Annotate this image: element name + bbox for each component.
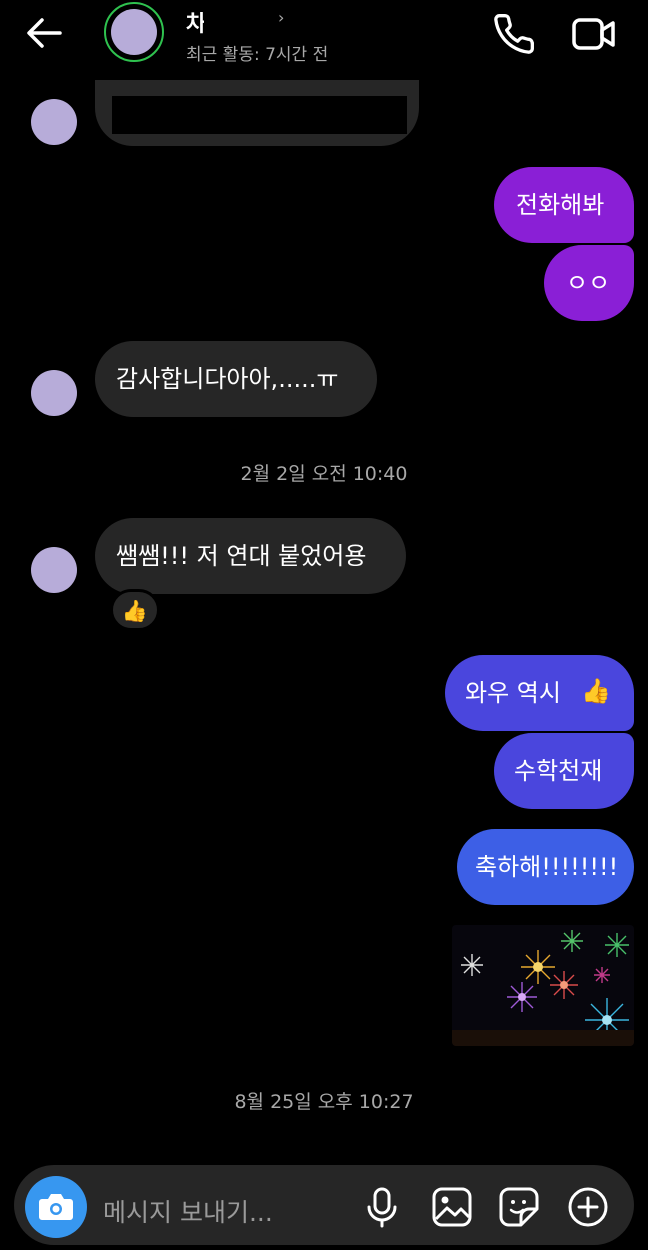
name-redaction (204, 8, 256, 32)
more-options-button[interactable] (566, 1185, 610, 1229)
video-call-button[interactable] (570, 12, 618, 56)
back-arrow-icon (27, 18, 62, 48)
microphone-icon (367, 1187, 397, 1228)
message-text: 감사합니다아아,.....ㅠ (116, 365, 339, 393)
incoming-message-bubble[interactable]: 쌤쌤!!! 저 연대 붙었어용 (95, 518, 406, 594)
microphone-button[interactable] (362, 1185, 402, 1229)
chat-header: 차 › 최근 활동: 7시간 전 (0, 0, 648, 80)
message-redaction (112, 96, 407, 134)
outgoing-message-bubble[interactable]: 축하해!!!!!!!! (457, 829, 634, 905)
message-text: ㅇㅇ (566, 269, 611, 297)
reaction-badge[interactable]: 👍 (110, 589, 160, 631)
gallery-button[interactable] (430, 1185, 474, 1229)
timestamp-divider: 8월 25일 오후 10:27 (234, 1091, 414, 1113)
fireworks-graphic (452, 925, 634, 1046)
voice-call-button[interactable] (492, 12, 536, 56)
camera-button[interactable] (25, 1176, 87, 1238)
message-text: 축하해!!!!!!!! (475, 853, 619, 881)
contact-avatar[interactable] (111, 9, 157, 55)
sticker-icon (499, 1187, 539, 1227)
gallery-icon (432, 1187, 472, 1227)
chevron-right-icon[interactable]: › (278, 8, 284, 27)
video-icon (572, 18, 615, 50)
back-button[interactable] (20, 10, 70, 56)
plus-circle-icon (568, 1187, 608, 1227)
sender-avatar[interactable] (31, 99, 77, 145)
thumbs-up-emoji: 👍 (121, 599, 149, 623)
sender-avatar[interactable] (31, 370, 77, 416)
thumbs-up-emoji: 👍 (581, 677, 611, 705)
fireworks-image[interactable] (452, 925, 634, 1046)
sticker-button[interactable] (497, 1185, 541, 1229)
outgoing-message-bubble[interactable]: 전화해봐 (494, 167, 634, 243)
outgoing-message-bubble[interactable]: 수학천재 (494, 733, 634, 809)
message-text: 와우 역시 (465, 679, 561, 707)
message-text: 수학천재 (514, 757, 603, 785)
last-active-status: 최근 활동: 7시간 전 (186, 45, 329, 65)
camera-icon (39, 1194, 73, 1220)
phone-icon (494, 14, 534, 54)
outgoing-message-bubble[interactable]: 와우 역시 👍 (445, 655, 634, 731)
timestamp-divider: 2월 2일 오전 10:40 (240, 463, 408, 485)
message-text: 전화해봐 (516, 191, 605, 219)
message-text: 쌤쌤!!! 저 연대 붙었어용 (116, 542, 367, 570)
incoming-message-bubble[interactable]: 감사합니다아아,.....ㅠ (95, 341, 377, 417)
outgoing-message-bubble[interactable]: ㅇㅇ (544, 245, 634, 321)
message-input[interactable]: 메시지 보내기... (103, 1193, 273, 1229)
sender-avatar[interactable] (31, 547, 77, 593)
